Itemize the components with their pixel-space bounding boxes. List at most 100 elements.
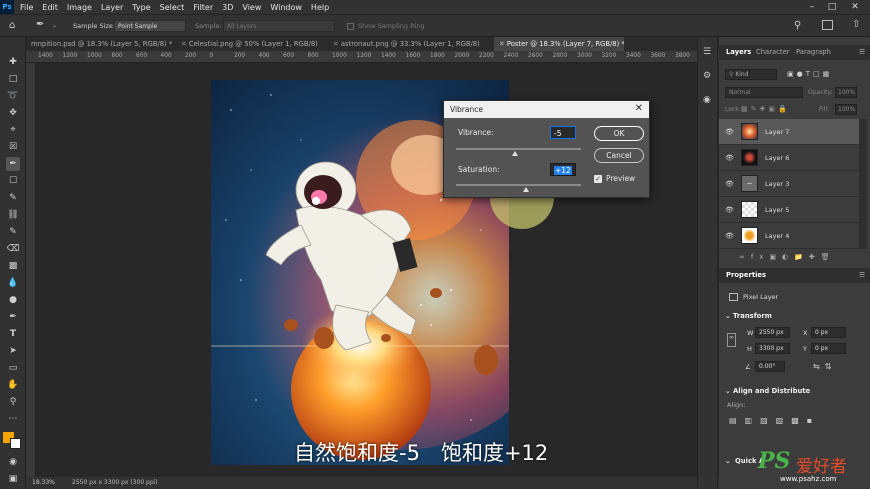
properties-menu-icon[interactable]: ☰	[859, 271, 865, 279]
menu-view[interactable]: View	[242, 3, 261, 12]
share-icon[interactable]: ⇧	[852, 19, 860, 30]
height-input[interactable]: 3300 px	[755, 343, 790, 354]
menu-3d[interactable]: 3D	[222, 3, 233, 12]
visibility-eye-icon[interactable]: 👁	[725, 180, 734, 188]
vibrance-input[interactable]: -5	[550, 126, 576, 139]
align-buttons[interactable]: ▤▥▧▨▩▪	[729, 416, 820, 425]
frame-tool-icon[interactable]: ☒	[6, 140, 20, 154]
saturation-slider-track[interactable]	[456, 184, 581, 186]
eyedropper-tool-icon[interactable]: ✒	[36, 19, 44, 30]
tab-document-3[interactable]: ✕ astronaut.png @ 33.3% (Layer 1, RGB/8)	[328, 37, 492, 51]
tab-paragraph[interactable]: Paragraph	[796, 48, 831, 56]
menu-edit[interactable]: Edit	[42, 3, 58, 12]
lasso-tool-icon[interactable]: ➰	[6, 89, 20, 103]
panel-menu-icon[interactable]: ☰	[859, 48, 865, 56]
properties-title[interactable]: Properties	[726, 271, 766, 279]
layer-filter-icons[interactable]: ▣●T□▦	[787, 70, 832, 78]
more-tools-icon[interactable]: ⋯	[6, 412, 20, 426]
tool-preset-chevron-icon[interactable]: ⌄	[52, 22, 57, 29]
opacity-input[interactable]: 100%	[835, 87, 857, 98]
sample-select[interactable]: All Layers	[223, 20, 335, 32]
blur-tool-icon[interactable]: 💧	[6, 276, 20, 290]
saturation-slider-thumb[interactable]	[523, 187, 529, 192]
sample-size-select[interactable]: Point Sample	[114, 20, 186, 32]
fill-input[interactable]: 100%	[835, 104, 857, 115]
ok-button[interactable]: OK	[594, 126, 644, 141]
menu-window[interactable]: Window	[270, 3, 302, 12]
flip-icons[interactable]: ⇆⇅	[813, 362, 836, 371]
align-chevron-icon[interactable]: ⌄	[725, 387, 731, 395]
layer-filter-kind[interactable]: ⚲ Kind	[725, 69, 777, 80]
rectangle-tool-icon[interactable]: ▭	[6, 361, 20, 375]
type-tool-icon[interactable]: T	[6, 327, 20, 341]
vibrance-slider-thumb[interactable]	[512, 151, 519, 156]
menu-filter[interactable]: Filter	[193, 3, 213, 12]
tab-document-2[interactable]: ✕ Celestial.png @ 50% (Layer 1, RGB/8)	[176, 37, 326, 51]
transform-chevron-icon[interactable]: ⌄	[725, 312, 731, 320]
visibility-eye-icon[interactable]: 👁	[725, 154, 734, 162]
layer-row-5[interactable]: 👁 Layer 5	[719, 197, 859, 223]
healing-brush-icon[interactable]: ☐	[6, 174, 20, 188]
minimize-icon[interactable]: –	[802, 0, 822, 14]
eyedropper-tool-icon-active[interactable]: ✒	[6, 157, 20, 171]
layer-actions-bar[interactable]: ∞fx▣◐📁✚🗑	[739, 253, 836, 261]
show-ring-checkbox[interactable]	[347, 23, 354, 30]
menu-file[interactable]: File	[20, 3, 33, 12]
move-tool-icon[interactable]: ✚	[6, 55, 20, 69]
background-color-swatch[interactable]	[10, 438, 21, 449]
tab-document-1[interactable]: mnpition.psd @ 18.3% (Layer 5, RGB/8) *	[26, 37, 174, 51]
visibility-eye-icon[interactable]: 👁	[725, 206, 734, 214]
dodge-tool-icon[interactable]: ●	[6, 293, 20, 307]
zoom-level[interactable]: 18.33%	[32, 479, 55, 486]
lock-icons[interactable]: ▦✎✚▣🔒	[741, 105, 790, 113]
saturation-input[interactable]: +12	[550, 163, 576, 176]
pen-tool-icon[interactable]: ✒	[6, 310, 20, 324]
clone-stamp-icon[interactable]: ⛓	[6, 208, 20, 222]
menu-layer[interactable]: Layer	[101, 3, 123, 12]
layer-row-3[interactable]: 👁 ~ Layer 3	[719, 171, 859, 197]
crop-tool-icon[interactable]: ⌖	[6, 123, 20, 137]
quick-select-tool-icon[interactable]: ✥	[6, 106, 20, 120]
eraser-tool-icon[interactable]: ⌫	[6, 242, 20, 256]
visibility-eye-icon[interactable]: 👁	[725, 232, 734, 240]
menu-type[interactable]: Type	[132, 3, 150, 12]
width-input[interactable]: 2550 px	[755, 327, 790, 338]
visibility-eye-icon[interactable]: 👁	[725, 128, 734, 136]
screen-mode-icon[interactable]: ▣	[6, 472, 20, 486]
gradient-tool-icon[interactable]: ▩	[6, 259, 20, 273]
link-icon[interactable]: ∞	[727, 333, 736, 347]
brush-tool-icon[interactable]: ✎	[6, 191, 20, 205]
layer-row-7[interactable]: 👁 Layer 7	[719, 119, 859, 145]
marquee-tool-icon[interactable]: □	[6, 72, 20, 86]
hand-tool-icon[interactable]: ✋	[6, 378, 20, 392]
angle-input[interactable]: 0.00°	[755, 361, 785, 372]
close-window-icon[interactable]: ✕	[845, 0, 865, 14]
dialog-titlebar[interactable]: Vibrance ✕	[444, 101, 649, 118]
menu-image[interactable]: Image	[67, 3, 92, 12]
home-icon[interactable]: ⌂	[9, 20, 15, 31]
zoom-tool-icon[interactable]: ⚲	[6, 395, 20, 409]
quick-mask-icon[interactable]: ◉	[6, 455, 20, 469]
vibrance-slider-track[interactable]	[456, 148, 581, 150]
tab-document-poster[interactable]: ✕ Poster @ 18.3% (Layer 7, RGB/8) *	[494, 37, 624, 51]
menu-select[interactable]: Select	[160, 3, 185, 12]
history-icon[interactable]: ☰	[703, 47, 711, 57]
blend-mode-select[interactable]: Normal	[725, 87, 803, 98]
y-input[interactable]: 0 px	[811, 343, 846, 354]
menu-help[interactable]: Help	[311, 3, 329, 12]
layer-row-4[interactable]: 👁 Layer 4	[719, 223, 859, 249]
libraries-icon[interactable]: ◉	[703, 95, 711, 105]
quick-actions-chevron-icon[interactable]: ⌄	[725, 457, 731, 465]
history-brush-icon[interactable]: ✎	[6, 225, 20, 239]
tab-layers[interactable]: Layers	[726, 48, 751, 56]
close-icon[interactable]: ✕	[635, 103, 643, 114]
x-input[interactable]: 0 px	[811, 327, 846, 338]
preview-checkbox[interactable]: ✓	[594, 175, 602, 183]
layer-row-6[interactable]: 👁 Layer 6	[719, 145, 859, 171]
maximize-icon[interactable]: □	[822, 0, 842, 14]
search-icon[interactable]: ⚲	[794, 20, 801, 31]
cancel-button[interactable]: Cancel	[594, 148, 644, 163]
workspace-icon[interactable]	[822, 20, 833, 30]
adjustments-icon[interactable]: ⚙	[703, 71, 711, 81]
path-select-icon[interactable]: ➤	[6, 344, 20, 358]
